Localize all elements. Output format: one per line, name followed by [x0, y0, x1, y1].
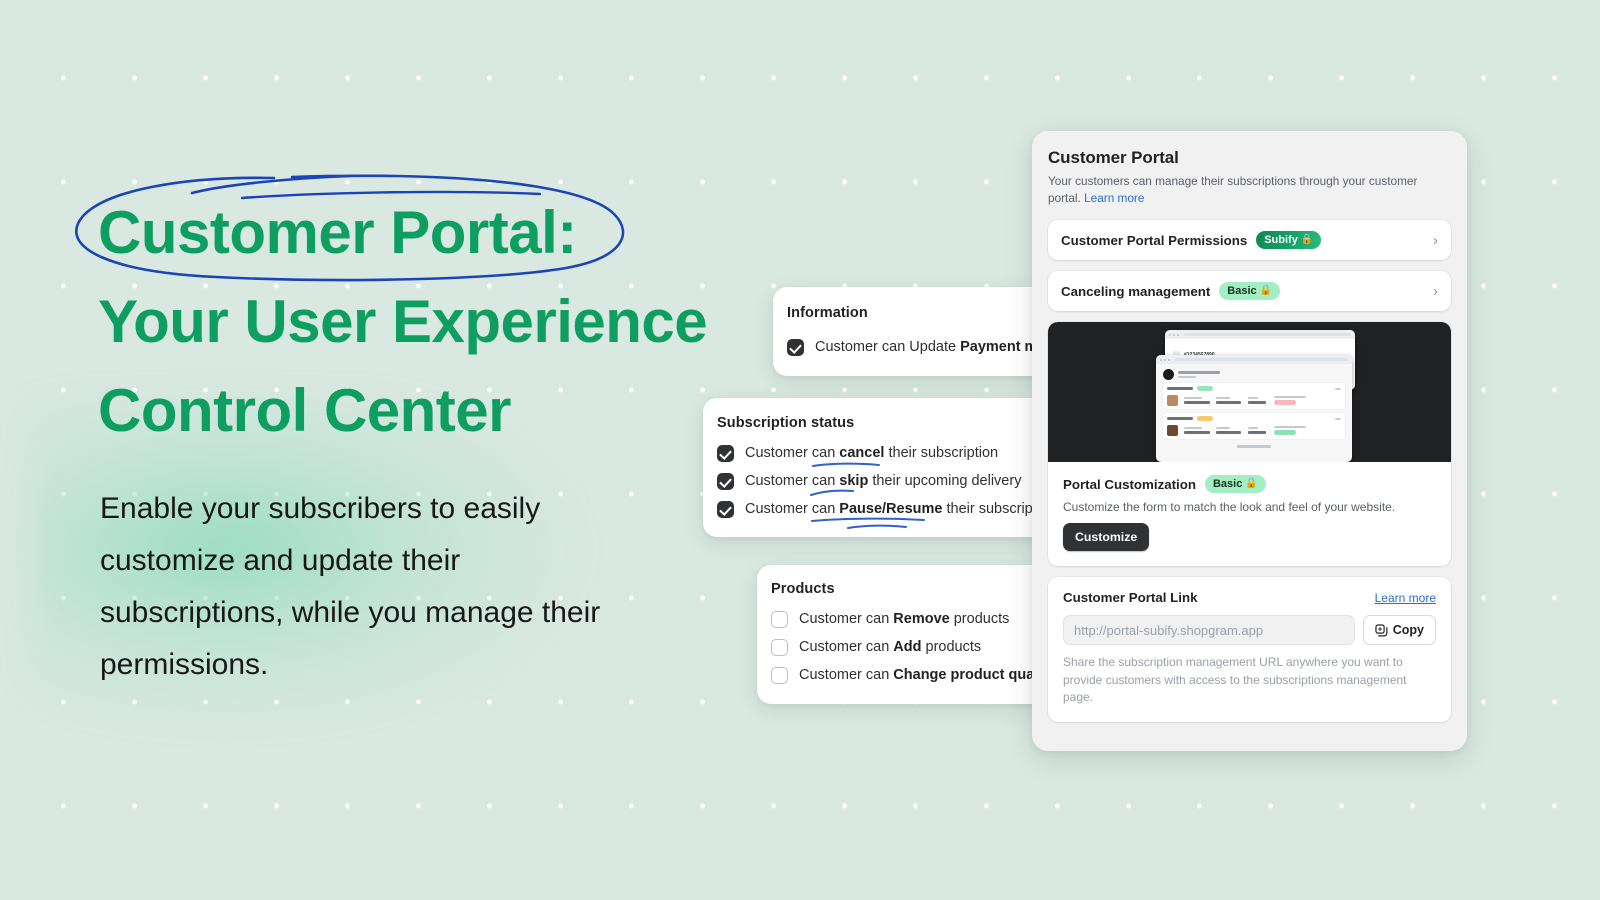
avatar	[1163, 369, 1174, 380]
learn-more-link[interactable]: Learn more	[1375, 591, 1436, 605]
hero-text-block: Customer Portal: Your User Experience Co…	[98, 188, 778, 455]
chevron-right-icon: ›	[1433, 231, 1438, 249]
row-customer-portal-permissions[interactable]: Customer Portal Permissions Subify 🔒 ›	[1048, 220, 1451, 260]
badge-label: Basic	[1227, 285, 1257, 297]
checkbox-add-products[interactable]	[771, 639, 788, 656]
permission-row-add-products[interactable]: Customer can Add products	[771, 639, 981, 656]
permission-row-remove-products[interactable]: Customer can Remove products	[771, 611, 1009, 628]
lock-icon: 🔒	[1300, 234, 1314, 245]
headline-line-3: Control Center	[98, 377, 512, 444]
promo-banner: Customer Portal: Your User Experience Co…	[0, 0, 1600, 900]
copy-button-label: Copy	[1392, 623, 1424, 637]
preview-footer	[1156, 443, 1352, 448]
row-canceling-management[interactable]: Canceling management Basic 🔒 ›	[1048, 271, 1451, 311]
blue-underline-pause-resume-icon	[811, 517, 925, 529]
portal-customization-title: Portal Customization	[1063, 476, 1196, 492]
permission-row-label: Customer can Change product quantity	[799, 667, 1065, 684]
customer-portal-panel: Customer Portal Your customers can manag…	[1032, 131, 1467, 751]
badge-subify: Subify 🔒	[1256, 231, 1322, 249]
checkbox-skip[interactable]	[717, 473, 734, 490]
panel-header: Customer Portal Your customers can manag…	[1032, 131, 1467, 207]
card-products: Products Customer can Remove products Cu…	[757, 565, 1077, 704]
copy-icon	[1375, 623, 1388, 636]
portal-customization-description: Customize the form to match the look and…	[1063, 500, 1396, 514]
card-subscription-status: Subscription status Customer can cancel …	[703, 398, 1100, 537]
chevron-right-icon: ›	[1433, 282, 1438, 300]
headline-line-1: Customer Portal:	[98, 199, 577, 266]
preview-subscription-row	[1163, 413, 1345, 439]
row-label: Customer Portal Permissions	[1061, 232, 1248, 248]
checkbox-change-product-quantity[interactable]	[771, 667, 788, 684]
customize-button[interactable]: Customize	[1063, 523, 1150, 551]
panel-subtitle: Your customers can manage their subscrip…	[1048, 174, 1418, 205]
badge-label: Subify	[1264, 234, 1298, 246]
preview-subscription-row	[1163, 383, 1345, 409]
portal-preview-image: #1234567890	[1048, 322, 1451, 462]
row-label: Canceling management	[1061, 283, 1211, 299]
hero-paragraph: Enable your subscribers to easily custom…	[100, 492, 601, 681]
card-products-title: Products	[771, 581, 835, 597]
preview-window-titlebar	[1165, 330, 1355, 339]
card-subscription-status-title: Subscription status	[717, 415, 855, 431]
card-portal-customization: #1234567890	[1048, 322, 1451, 566]
permission-row-label: Customer can Remove products	[799, 611, 1010, 628]
customer-portal-link-title: Customer Portal Link	[1063, 590, 1198, 605]
preview-window-titlebar	[1156, 355, 1352, 364]
lock-icon: 🔒	[1245, 478, 1258, 489]
checkbox-update-payment-method[interactable]	[787, 339, 804, 356]
preview-account-header	[1156, 364, 1352, 383]
badge-basic: Basic 🔒	[1219, 282, 1281, 300]
checkbox-remove-products[interactable]	[771, 611, 788, 628]
headline-line-2: Your User Experience	[98, 288, 708, 355]
badge-label: Basic	[1212, 478, 1243, 490]
permission-row-skip[interactable]: Customer can skip their upcoming deliver…	[717, 473, 1021, 490]
copy-button[interactable]: Copy	[1362, 615, 1436, 645]
permission-row-label: Customer can cancel their subscription	[745, 445, 999, 462]
preview-window-front	[1156, 355, 1352, 462]
permission-row-change-quantity[interactable]: Customer can Change product quantity	[771, 667, 1065, 684]
card-information-title: Information	[787, 305, 868, 321]
card-information: Information Customer can Update Payment …	[773, 287, 1077, 376]
checkbox-pause-resume[interactable]	[717, 501, 734, 518]
card-customer-portal-link: Customer Portal Link Learn more Copy Sha…	[1048, 577, 1451, 722]
permission-row-label: Customer can skip their upcoming deliver…	[745, 473, 1022, 490]
portal-url-input[interactable]	[1063, 615, 1355, 645]
portal-link-note: Share the subscription management URL an…	[1063, 655, 1407, 704]
learn-more-link[interactable]: Learn more	[1084, 191, 1144, 205]
permission-row-label: Customer can Add products	[799, 639, 982, 656]
page-title: Customer Portal	[1048, 148, 1179, 167]
lock-icon: 🔒	[1259, 285, 1273, 296]
checkbox-cancel[interactable]	[717, 445, 734, 462]
permission-row-cancel[interactable]: Customer can cancel their subscription	[717, 445, 998, 462]
badge-basic: Basic 🔒	[1204, 475, 1266, 493]
portal-customization-body: Portal Customization Basic 🔒 Customize t…	[1048, 462, 1451, 566]
